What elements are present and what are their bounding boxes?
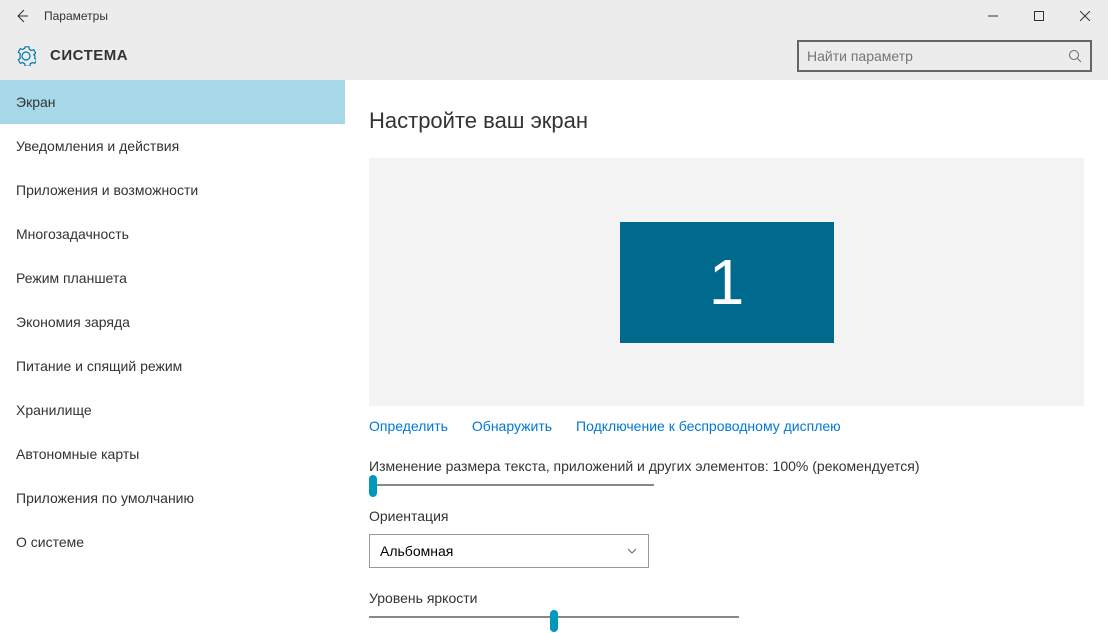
display-links: Определить Обнаружить Подключение к бесп… bbox=[369, 418, 1084, 434]
scale-slider[interactable] bbox=[369, 484, 654, 486]
sidebar-item-apps-features[interactable]: Приложения и возможности bbox=[0, 168, 345, 212]
detect-link[interactable]: Обнаружить bbox=[472, 418, 552, 434]
chevron-down-icon bbox=[626, 545, 638, 557]
sidebar-item-multitasking[interactable]: Многозадачность bbox=[0, 212, 345, 256]
close-button[interactable] bbox=[1062, 0, 1108, 32]
scale-label: Изменение размера текста, приложений и д… bbox=[369, 458, 1084, 474]
main-panel: Настройте ваш экран 1 Определить Обнаруж… bbox=[345, 80, 1108, 633]
sidebar-item-offline-maps[interactable]: Автономные карты bbox=[0, 432, 345, 476]
brightness-slider-thumb[interactable] bbox=[550, 610, 558, 632]
scale-slider-thumb[interactable] bbox=[369, 475, 377, 497]
header: СИСТЕМА bbox=[0, 32, 1108, 80]
back-button[interactable] bbox=[8, 2, 36, 30]
monitor-thumbnail[interactable]: 1 bbox=[620, 222, 834, 343]
header-title: СИСТЕМА bbox=[50, 47, 797, 64]
search-input[interactable] bbox=[807, 48, 1068, 64]
window-controls bbox=[970, 0, 1108, 32]
sidebar-item-about[interactable]: О системе bbox=[0, 520, 345, 564]
sidebar-item-default-apps[interactable]: Приложения по умолчанию bbox=[0, 476, 345, 520]
sidebar-item-battery-saver[interactable]: Экономия заряда bbox=[0, 300, 345, 344]
orientation-value: Альбомная bbox=[380, 543, 453, 559]
monitor-number: 1 bbox=[709, 245, 745, 319]
wireless-display-link[interactable]: Подключение к беспроводному дисплею bbox=[576, 418, 841, 434]
brightness-slider[interactable] bbox=[369, 616, 739, 618]
maximize-icon bbox=[1034, 11, 1044, 21]
sidebar-item-notifications[interactable]: Уведомления и действия bbox=[0, 124, 345, 168]
display-preview[interactable]: 1 bbox=[369, 158, 1084, 406]
sidebar-item-storage[interactable]: Хранилище bbox=[0, 388, 345, 432]
window-title: Параметры bbox=[44, 9, 970, 23]
orientation-setting: Ориентация Альбомная bbox=[369, 508, 1084, 568]
identify-link[interactable]: Определить bbox=[369, 418, 448, 434]
sidebar-item-tablet-mode[interactable]: Режим планшета bbox=[0, 256, 345, 300]
titlebar: Параметры bbox=[0, 0, 1108, 32]
search-icon bbox=[1068, 49, 1082, 63]
orientation-select[interactable]: Альбомная bbox=[369, 534, 649, 568]
minimize-button[interactable] bbox=[970, 0, 1016, 32]
orientation-label: Ориентация bbox=[369, 508, 1084, 524]
scale-setting: Изменение размера текста, приложений и д… bbox=[369, 458, 1084, 486]
brightness-setting: Уровень яркости bbox=[369, 590, 1084, 618]
sidebar-item-power-sleep[interactable]: Питание и спящий режим bbox=[0, 344, 345, 388]
arrow-left-icon bbox=[14, 8, 30, 24]
minimize-icon bbox=[988, 11, 998, 21]
close-icon bbox=[1080, 11, 1090, 21]
maximize-button[interactable] bbox=[1016, 0, 1062, 32]
search-box[interactable] bbox=[797, 40, 1092, 72]
sidebar: Экран Уведомления и действия Приложения … bbox=[0, 80, 345, 633]
page-title: Настройте ваш экран bbox=[369, 108, 1084, 134]
gear-icon bbox=[16, 46, 36, 66]
brightness-label: Уровень яркости bbox=[369, 590, 1084, 606]
sidebar-item-display[interactable]: Экран bbox=[0, 80, 345, 124]
content: Экран Уведомления и действия Приложения … bbox=[0, 80, 1108, 633]
